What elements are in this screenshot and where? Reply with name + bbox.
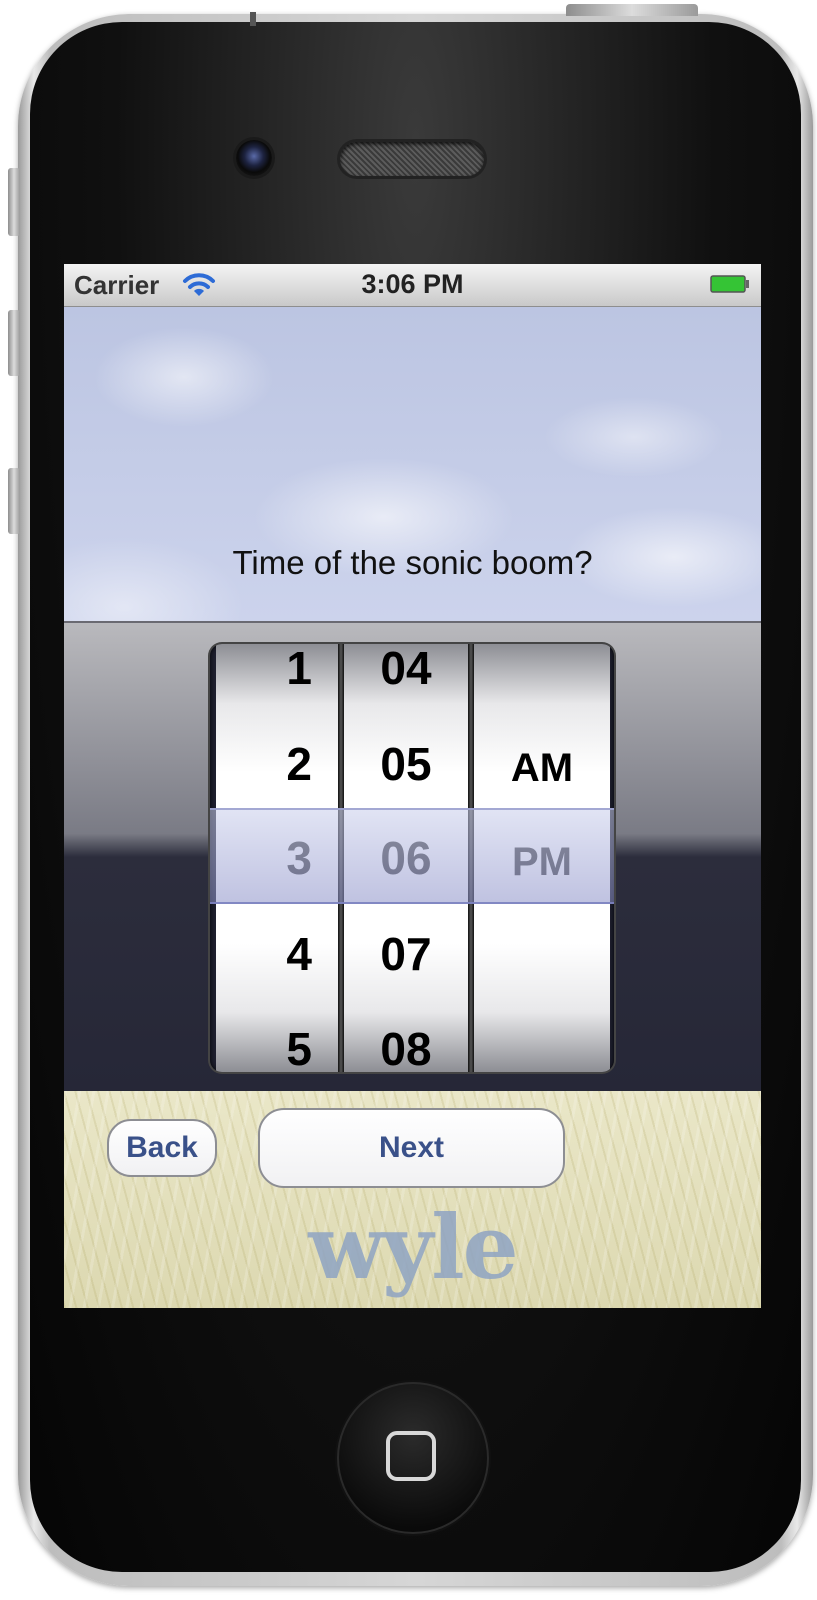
mute-switch xyxy=(8,168,20,236)
screen: Carrier 3:06 PM Time of the sonic boom? … xyxy=(64,264,761,1308)
time-picker: 1 2 3 4 5 04 05 06 07 08 AM PM xyxy=(210,644,614,1072)
status-bar: Carrier 3:06 PM xyxy=(64,264,761,307)
battery-icon xyxy=(710,275,749,293)
sky-background: Time of the sonic boom? xyxy=(64,307,761,621)
front-camera-icon xyxy=(236,140,272,176)
time-picker-area: 1 2 3 4 5 04 05 06 07 08 AM PM xyxy=(64,621,761,1091)
volume-up-button xyxy=(8,310,20,376)
question-text: Time of the sonic boom? xyxy=(232,544,593,581)
volume-down-button xyxy=(8,468,20,534)
hour-option[interactable]: 1 xyxy=(286,644,312,696)
minute-option[interactable]: 05 xyxy=(344,736,468,792)
picker-selection-indicator xyxy=(210,808,614,904)
minute-option[interactable]: 07 xyxy=(344,926,468,982)
status-time: 3:06 PM xyxy=(361,269,464,299)
back-button[interactable]: Back xyxy=(107,1119,217,1177)
hour-option[interactable]: 5 xyxy=(286,1021,312,1072)
grass-background: Back Next wyle xyxy=(64,1091,761,1308)
sleep-button xyxy=(566,4,698,16)
minute-option[interactable]: 08 xyxy=(344,1021,468,1072)
home-square-icon xyxy=(386,1431,436,1481)
next-button[interactable]: Next xyxy=(258,1108,565,1188)
wyle-logo: wyle xyxy=(308,1195,518,1299)
minute-option[interactable]: 04 xyxy=(344,644,468,696)
home-button[interactable] xyxy=(337,1382,489,1534)
antenna-gap xyxy=(250,12,256,26)
hour-option[interactable]: 2 xyxy=(286,736,312,792)
ampm-option[interactable]: AM xyxy=(474,740,610,796)
hour-option[interactable]: 4 xyxy=(286,926,312,982)
earpiece-speaker xyxy=(340,142,484,176)
